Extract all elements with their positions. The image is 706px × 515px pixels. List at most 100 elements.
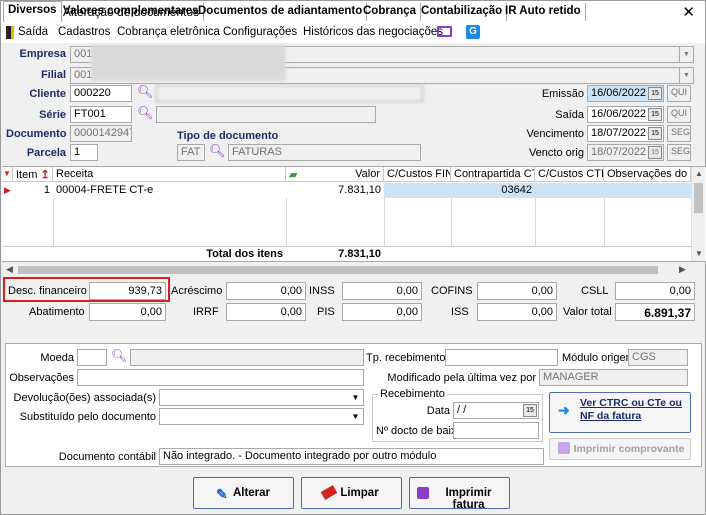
limpar-label: Limpar [340,487,379,499]
saida-weekday: QUI [667,106,691,123]
scroll-thumb[interactable] [694,183,703,213]
calendar-icon[interactable]: 15 [648,108,662,121]
devolucao-select[interactable]: ▼ [159,389,364,406]
menu-saida[interactable]: Saída [18,26,48,38]
col-contrapartida[interactable]: Contrapartida CTB [451,167,535,182]
chevron-down-icon[interactable]: ▼ [679,68,693,83]
scroll-thumb[interactable] [18,266,658,274]
documento-input[interactable]: 0000142947 [70,125,132,142]
tab-panel-diversos: Moeda 🔍︎ Observações Devolução(ões) asso… [5,343,702,467]
search-icon[interactable]: 🔍︎ [137,84,154,100]
tab-documentos-adiantamento[interactable]: Documentos de adiantamento [194,3,368,21]
scroll-up-icon[interactable]: ▲ [695,169,703,178]
vertical-scrollbar[interactable]: ▲ ▼ [691,167,705,261]
calendar-icon[interactable]: 15 [648,127,662,140]
parcela-input[interactable]: 1 [70,144,98,161]
limpar-button[interactable]: Limpar [301,477,402,509]
chevron-down-icon[interactable]: ▼ [349,410,362,423]
substituido-select[interactable]: ▼ [159,408,364,425]
ver-ctrc-button[interactable]: ➜ Ver CTRC ou CTe ou NF da fatura [549,392,691,433]
scroll-right-icon[interactable]: ▶ [679,264,686,275]
col-ccfin[interactable]: C/Custos FIN [384,167,451,182]
calendar-icon[interactable]: 15 [648,87,662,100]
col-observacoes[interactable]: Observações do item [604,167,691,182]
col-item[interactable]: Item ↥ [13,167,53,182]
scroll-down-icon[interactable]: ▼ [695,249,703,258]
vencto-orig-date-input[interactable]: 18/07/2022 15 [587,144,664,161]
tab-diversos[interactable]: Diversos [3,1,62,22]
items-grid[interactable]: ▼ Item ↥ Receita ▰ Valor C/Custos FIN Con… [2,166,706,262]
col-ccctb[interactable]: C/Custos CTB [535,167,604,182]
pis-input[interactable]: 0,00 [342,303,422,321]
monitor-icon[interactable] [437,26,452,37]
abatimento-input[interactable]: 0,00 [89,303,166,321]
acrescimo-input[interactable]: 0,00 [226,282,306,300]
modificado-label: Modificado pela última vez por [387,372,536,384]
inss-input[interactable]: 0,00 [342,282,422,300]
chevron-down-icon[interactable]: ▼ [349,391,362,404]
devolucao-label: Devolução(ões) associada(s) [13,392,156,404]
cell-item[interactable]: 1 [13,183,53,198]
scroll-left-icon[interactable]: ◀ [6,264,13,275]
documento-contabil-input[interactable]: Não integrado. - Documento integrado por… [159,448,544,465]
tab-cobranca[interactable]: Cobrança [359,3,422,21]
grid-line [286,198,287,246]
tp-recebimento-input[interactable] [445,349,558,366]
tab-contabilizacao[interactable]: Contabilização [417,3,508,21]
serie-input[interactable]: FT001 [70,106,132,123]
documento-label: Documento [6,128,67,140]
pencil-icon: ✎ [216,486,228,502]
menu-historicos[interactable]: Históricos das negociações [303,26,443,38]
documento-contabil-label: Documento contábil [58,451,156,463]
cofins-input[interactable]: 0,00 [477,282,557,300]
cliente-input[interactable]: 000220 [70,85,132,102]
app-g-icon[interactable]: G [466,25,480,39]
cliente-label: Cliente [29,88,66,100]
search-icon[interactable]: 🔍︎ [111,348,128,364]
col-valor[interactable]: ▰ Valor [286,167,384,182]
calendar-icon[interactable]: 15 [648,146,662,159]
imprimir-fatura-button[interactable]: Imprimir fatura [409,477,510,511]
search-icon[interactable]: 🔍︎ [137,105,154,121]
horizontal-scrollbar[interactable]: ◀ ▶ [2,263,692,277]
ver-ctrc-label: Ver CTRC ou CTe ou NF da fatura [580,397,682,422]
emissao-value: 16/06/2022 [591,87,647,99]
tab-ir-auto-retido[interactable]: IR Auto retido [501,3,586,21]
cell-contrapartida[interactable]: 03642 [451,183,535,198]
redacted-company-block [91,45,286,81]
moeda-input[interactable] [77,349,107,366]
irrf-input[interactable]: 0,00 [226,303,306,321]
substituido-label: Substituído pelo documento [19,411,156,423]
csll-input[interactable]: 0,00 [615,282,695,300]
sort-up-icon: ↥ [40,169,50,181]
iss-input[interactable]: 0,00 [477,303,557,321]
imprimir-comprovante-button[interactable]: Imprimir comprovante [549,438,691,460]
menu-configuracoes[interactable]: Configurações [223,26,297,38]
docto-baixa-input[interactable] [453,422,539,439]
close-button[interactable]: ✕ [682,3,695,21]
data-recebimento-input[interactable]: / / 15 [453,402,539,419]
vencimento-weekday: SEG [667,125,691,142]
menu-cobranca[interactable]: Cobrança eletrônica [117,26,220,38]
cell-receita[interactable]: 00004-FRETE CT-e [53,183,286,198]
col-receita[interactable]: Receita [53,167,286,182]
modulo-origem-input[interactable]: CGS [628,349,688,366]
search-icon[interactable]: 🔍︎ [209,143,226,159]
desc-financeiro-input[interactable]: 939,73 [89,282,166,300]
grid-line [451,198,452,246]
menu-cadastros[interactable]: Cadastros [58,26,110,38]
saida-date-input[interactable]: 16/06/2022 15 [587,106,664,123]
chevron-down-icon[interactable]: ▼ [679,47,693,62]
csll-label: CSLL [581,285,609,297]
cell-valor[interactable]: 7.831,10 [286,183,384,198]
observacoes-input[interactable] [77,369,364,386]
iss-label: ISS [451,306,469,318]
tipo-code-input[interactable]: FAT [177,144,205,161]
serie-label: Série [39,109,66,121]
alterar-button[interactable]: ✎ Alterar [193,477,294,509]
modificado-input[interactable]: MANAGER [539,369,688,386]
tab-valores-complementares[interactable]: Valores complementares [59,3,204,21]
vencimento-date-input[interactable]: 18/07/2022 15 [587,125,664,142]
emissao-date-input[interactable]: 16/06/2022 15 [587,85,664,102]
calendar-icon[interactable]: 15 [523,404,537,417]
